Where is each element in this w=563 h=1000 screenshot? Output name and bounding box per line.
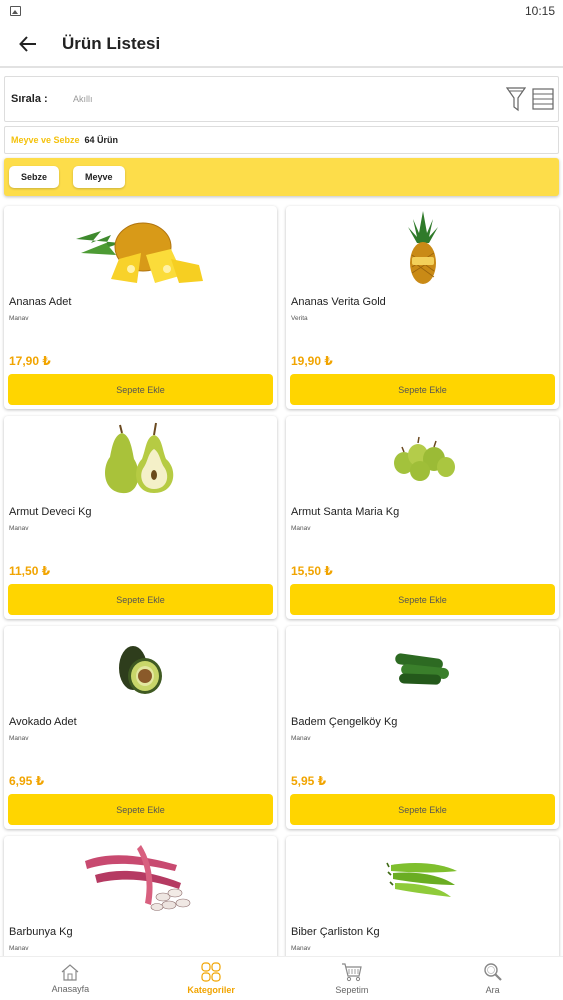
image-notification-icon — [10, 6, 21, 16]
layout-toggle-icon[interactable] — [532, 88, 554, 110]
add-to-cart-button[interactable]: Sepete Ekle — [8, 374, 273, 405]
product-brand: Manav — [291, 735, 311, 742]
cart-icon — [341, 963, 362, 982]
category-name: Meyve ve Sebze — [11, 135, 80, 145]
status-time: 10:15 — [524, 4, 555, 18]
nav-label: Anasayfa — [51, 984, 90, 994]
sort-label: Sırala : — [11, 93, 48, 105]
add-to-cart-button[interactable]: Sepete Ekle — [8, 794, 273, 825]
search-icon — [483, 963, 502, 981]
cucumber-image — [286, 626, 559, 710]
product-price: 17,90 ₺ — [9, 354, 51, 368]
page-title: Ürün Listesi — [62, 34, 161, 53]
nav-sepetim[interactable]: Sepetim — [282, 957, 423, 1000]
product-card[interactable]: Barbunya Kg Manav — [4, 836, 277, 956]
product-card[interactable]: Armut Deveci Kg Manav 11,50 ₺ Sepete Ekl… — [4, 416, 277, 619]
product-price: 6,95 ₺ — [9, 774, 45, 788]
bottom-navigation: Anasayfa Kategoriler Sepetim Ara — [0, 956, 563, 1000]
nav-label: Sepetim — [335, 985, 369, 995]
product-brand: Manav — [291, 525, 311, 532]
avocado-image — [4, 626, 277, 710]
product-grid: Ananas Adet Manav 17,90 ₺ Sepete Ekle An… — [0, 204, 563, 956]
small-pears-image — [286, 416, 559, 500]
product-brand: Verita — [291, 315, 308, 322]
add-to-cart-button[interactable]: Sepete Ekle — [8, 584, 273, 615]
nav-kategoriler[interactable]: Kategoriler — [141, 957, 282, 1000]
product-brand: Manav — [9, 735, 29, 742]
green-pepper-image — [286, 836, 559, 920]
product-price: 15,50 ₺ — [291, 564, 333, 578]
nav-label: Ara — [485, 985, 500, 995]
nav-label: Kategoriler — [187, 985, 235, 995]
product-card[interactable]: Badem Çengelköy Kg Manav 5,95 ₺ Sepete E… — [286, 626, 559, 829]
product-brand: Manav — [9, 315, 29, 322]
sort-select[interactable]: Akıllı — [73, 94, 506, 104]
nav-ara[interactable]: Ara — [422, 957, 563, 1000]
subcategory-chip-bar: Sebze Meyve — [4, 158, 559, 196]
product-card[interactable]: Ananas Adet Manav 17,90 ₺ Sepete Ekle — [4, 206, 277, 409]
add-to-cart-button[interactable]: Sepete Ekle — [290, 584, 555, 615]
status-bar: 10:15 — [0, 0, 563, 22]
sort-bar: Sırala : Akıllı — [4, 76, 559, 122]
grid-icon — [201, 962, 221, 982]
app-bar: Ürün Listesi — [0, 22, 563, 68]
product-name: Armut Deveci Kg — [9, 506, 92, 518]
product-price: 11,50 ₺ — [9, 564, 51, 578]
product-card[interactable]: Armut Santa Maria Kg Manav 15,50 ₺ Sepet… — [286, 416, 559, 619]
pear-image — [4, 416, 277, 500]
product-name: Avokado Adet — [9, 716, 77, 728]
beans-image — [4, 836, 277, 920]
product-name: Ananas Adet — [9, 296, 72, 308]
pineapple-sliced-image — [4, 206, 277, 290]
category-bar: Meyve ve Sebze 64 Ürün — [4, 126, 559, 154]
product-brand: Manav — [9, 525, 29, 532]
filter-icon[interactable] — [506, 86, 526, 112]
product-card[interactable]: Biber Çarliston Kg Manav — [286, 836, 559, 956]
back-button[interactable] — [0, 21, 56, 67]
product-count: 64 Ürün — [84, 135, 119, 145]
product-brand: Manav — [291, 945, 311, 952]
chip-meyve[interactable]: Meyve — [73, 166, 125, 188]
nav-anasayfa[interactable]: Anasayfa — [0, 957, 141, 1000]
home-icon — [61, 964, 79, 981]
pineapple-whole-image — [286, 206, 559, 290]
product-name: Ananas Verita Gold — [291, 296, 386, 308]
product-name: Biber Çarliston Kg — [291, 926, 380, 938]
add-to-cart-button[interactable]: Sepete Ekle — [290, 374, 555, 405]
product-price: 5,95 ₺ — [291, 774, 327, 788]
product-name: Barbunya Kg — [9, 926, 73, 938]
product-name: Badem Çengelköy Kg — [291, 716, 398, 728]
product-price: 19,90 ₺ — [291, 354, 333, 368]
product-card[interactable]: Ananas Verita Gold Verita 19,90 ₺ Sepete… — [286, 206, 559, 409]
add-to-cart-button[interactable]: Sepete Ekle — [290, 794, 555, 825]
product-name: Armut Santa Maria Kg — [291, 506, 400, 518]
arrow-left-icon — [19, 36, 36, 52]
product-card[interactable]: Avokado Adet Manav 6,95 ₺ Sepete Ekle — [4, 626, 277, 829]
product-brand: Manav — [9, 945, 29, 952]
chip-sebze[interactable]: Sebze — [9, 166, 60, 188]
